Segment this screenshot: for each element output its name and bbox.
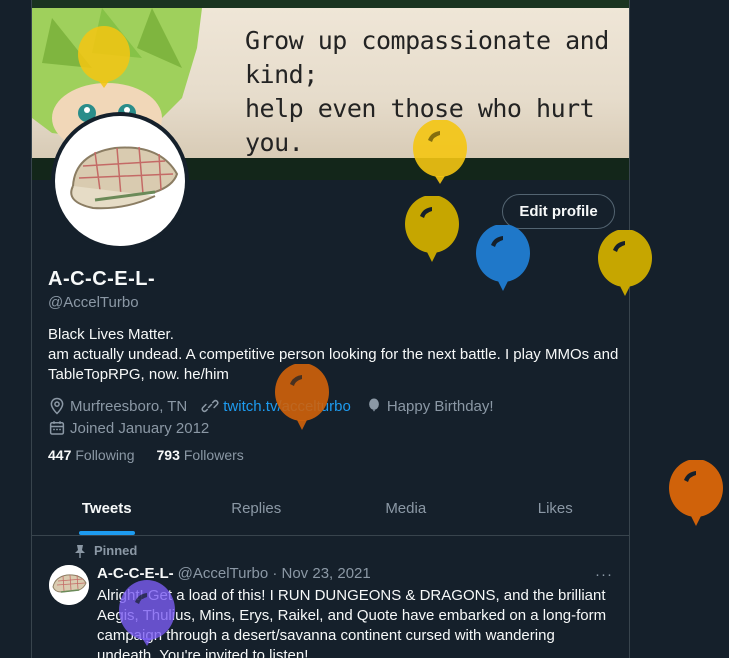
balloon-icon (275, 364, 329, 430)
balloon-icon (669, 460, 723, 526)
balloon-icon (476, 225, 530, 291)
balloon-icon (368, 398, 379, 412)
location-item: Murfreesboro, TN (48, 397, 187, 415)
profile-column: Grow up compassionate and kind; help eve… (31, 0, 630, 658)
balloon-icon (119, 580, 175, 646)
cap-illustration (70, 146, 179, 210)
location-pin-icon (50, 397, 64, 415)
tweet-text: Alright! Get a load of this! I RUN DUNGE… (97, 587, 607, 658)
profile-tabs: Tweets Replies Media Likes (32, 483, 630, 536)
edit-profile-button[interactable]: Edit profile (502, 194, 615, 229)
tweet-avatar[interactable] (49, 565, 89, 605)
tab-replies-label: Replies (231, 500, 282, 517)
profile-avatar[interactable] (51, 112, 189, 250)
following-link[interactable]: 447 Following (48, 447, 135, 463)
pin-icon (75, 544, 85, 558)
pinned-label: Pinned (74, 543, 137, 558)
link-icon (201, 399, 219, 413)
tab-likes-label: Likes (537, 500, 573, 517)
followers-count: 793 (156, 447, 180, 463)
tab-media[interactable]: Media (331, 483, 481, 535)
calendar-icon (49, 421, 65, 435)
tab-likes[interactable]: Likes (481, 483, 630, 535)
tweet-more-button[interactable]: ··· (595, 566, 613, 583)
tab-tweets[interactable]: Tweets (32, 483, 182, 535)
profile-handle: @AccelTurbo (48, 294, 139, 311)
tab-tweets-label: Tweets (81, 500, 132, 517)
profile-display-name: A-C-C-E-L- (48, 268, 156, 290)
active-tab-indicator (78, 531, 135, 535)
tab-media-label: Media (385, 500, 427, 517)
profile-bio: Black Lives Matter. am actually undead. … (48, 325, 623, 385)
tab-replies[interactable]: Replies (182, 483, 332, 535)
bio-line-1: Black Lives Matter. (48, 326, 174, 343)
following-count: 447 (48, 447, 72, 463)
balloon-icon (413, 120, 467, 184)
joined-item: Joined January 2012 (48, 419, 209, 437)
birthday-text: Happy Birthday! (386, 397, 494, 415)
following-label: Following (75, 447, 135, 463)
followers-label: Followers (183, 447, 244, 463)
bio-line-2: am actually undead. A competitive person… (48, 346, 619, 383)
balloon-icon (78, 26, 130, 88)
pinned-text: Pinned (94, 543, 138, 558)
tweet-avatar-image (49, 565, 89, 605)
location-text: Murfreesboro, TN (70, 397, 188, 415)
avatar-image (55, 116, 185, 246)
tweet-author-meta[interactable]: @AccelTurbo · Nov 23, 2021 (178, 565, 371, 582)
birthday-item: Happy Birthday! (365, 397, 494, 415)
joined-text: Joined January 2012 (70, 419, 210, 437)
balloon-icon (405, 196, 459, 262)
follow-stats: 447 Following 793 Followers (48, 447, 266, 463)
tweet-header: A-C-C-E-L- @AccelTurbo · Nov 23, 2021 (97, 565, 617, 582)
balloon-icon (598, 230, 652, 296)
followers-link[interactable]: 793 Followers (157, 447, 244, 463)
